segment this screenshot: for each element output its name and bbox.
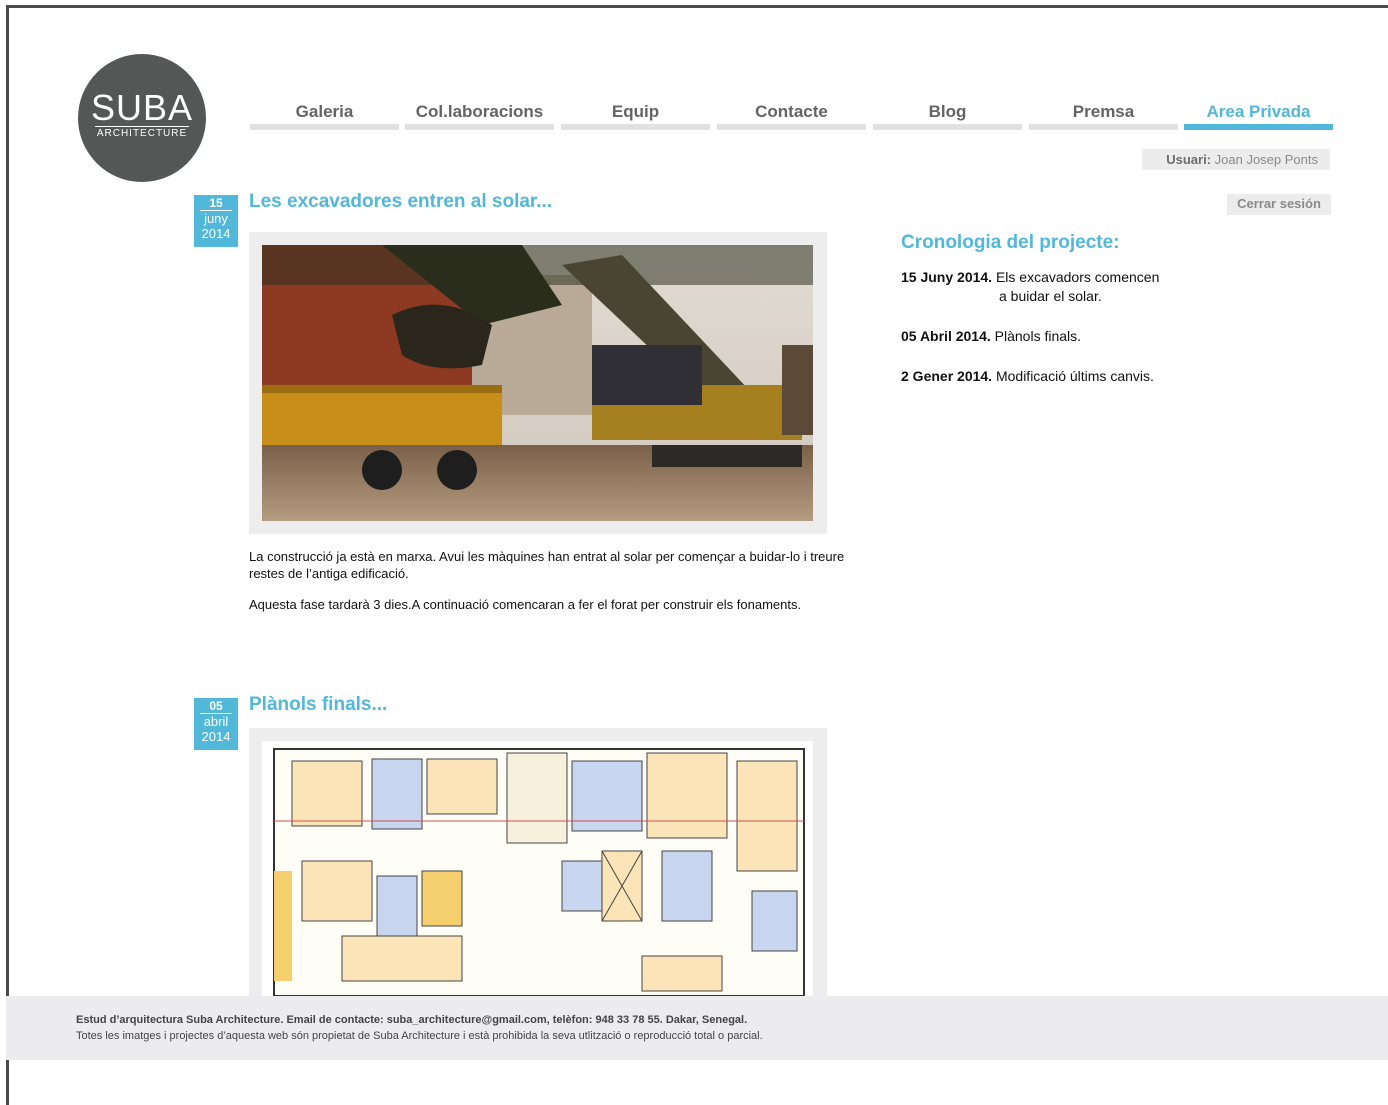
nav-item-blog[interactable]: Blog — [873, 100, 1022, 130]
logo-divider — [95, 126, 189, 127]
post-day: 05 — [200, 700, 232, 714]
timeline-date: 15 Juny 2014. — [901, 269, 993, 285]
nav-item-galeria[interactable]: Galeria — [250, 100, 399, 130]
logo-name: SUBA — [90, 87, 194, 128]
timeline-text: Modificació últims canvis. — [995, 368, 1154, 384]
post-paragraph: Aquesta fase tardarà 3 dies.A continuaci… — [249, 597, 802, 612]
user-info: Usuari: Joan Josep Ponts — [1142, 149, 1330, 170]
post-year: 2014 — [201, 729, 231, 744]
nav-underline — [873, 124, 1022, 130]
nav-underline — [561, 124, 710, 130]
nav-item-label: Galeria — [295, 102, 354, 121]
timeline-entry: 2 Gener 2014. Modificació últims canvis. — [901, 367, 1221, 386]
nav-item-contacte[interactable]: Contacte — [717, 100, 866, 130]
post-date-badge: 05 abril 2014 — [194, 698, 238, 750]
timeline-entry: 15 Juny 2014. Els excavadors comencen a … — [901, 268, 1221, 306]
post-body: La construcció ja està en marxa. Avui le… — [249, 548, 849, 627]
floor-plan-image[interactable] — [262, 741, 813, 996]
footer-copyright: Totes les imatges i projectes d’aquesta … — [76, 1030, 763, 1042]
user-name: Joan Josep Ponts — [1214, 152, 1318, 167]
nav-underline — [1029, 124, 1178, 130]
logo-tagline: ARCHITECTURE — [96, 128, 188, 139]
nav-item-equip[interactable]: Equip — [561, 100, 710, 130]
nav-item-label: Contacte — [755, 102, 828, 121]
timeline-text: Els excavadors comencen — [995, 269, 1160, 285]
nav-underline — [717, 124, 866, 130]
nav-item-premsa[interactable]: Premsa — [1029, 100, 1178, 130]
nav-item-label: Blog — [928, 102, 967, 121]
nav-item-collaboracions[interactable]: Col.laboracions — [405, 100, 554, 130]
post-title[interactable]: Plànols finals... — [249, 694, 387, 716]
timeline-date: 05 Abril 2014. — [901, 328, 991, 344]
post-month: abril — [203, 714, 229, 729]
timeline-entry: 05 Abril 2014. Plànols finals. — [901, 327, 1221, 346]
main-nav: Galeria Col.laboracions Equip Contacte B… — [250, 100, 1334, 132]
nav-underline — [250, 124, 399, 130]
footer-contact: Estud d’arquitectura Suba Architecture. … — [76, 1014, 748, 1026]
nav-item-label: Equip — [611, 102, 660, 121]
timeline-list: 15 Juny 2014. Els excavadors comencen a … — [901, 268, 1221, 407]
post-month: juny — [204, 211, 228, 226]
post-day: 15 — [200, 197, 232, 211]
post-date-badge: 15 juny 2014 — [194, 195, 238, 247]
post-paragraph: La construcció ja està en marxa. Avui le… — [249, 549, 845, 581]
logout-button[interactable]: Cerrar sesión — [1227, 194, 1331, 215]
nav-item-label: Col.laboracions — [415, 102, 544, 121]
post-title[interactable]: Les excavadores entren al solar... — [249, 191, 552, 213]
nav-item-label: Area Privada — [1206, 102, 1311, 121]
timeline-date: 2 Gener 2014. — [901, 368, 993, 384]
excavator-image — [262, 245, 813, 521]
nav-underline — [1184, 124, 1333, 130]
nav-underline — [405, 124, 554, 130]
timeline-text: Plànols finals. — [994, 328, 1082, 344]
nav-item-label: Premsa — [1072, 102, 1135, 121]
nav-item-area-privada[interactable]: Area Privada — [1184, 100, 1333, 130]
floor-plan-drawing — [273, 748, 805, 996]
user-label: Usuari: — [1166, 152, 1212, 167]
logo[interactable]: SUBA ARCHITECTURE — [78, 54, 206, 182]
post-year: 2014 — [201, 226, 231, 241]
excavator-photo[interactable] — [262, 245, 813, 521]
timeline-title: Cronologia del projecte: — [901, 232, 1120, 253]
footer: Estud d’arquitectura Suba Architecture. … — [6, 996, 1388, 1060]
timeline-text-cont: a buidar el solar. — [999, 288, 1102, 304]
